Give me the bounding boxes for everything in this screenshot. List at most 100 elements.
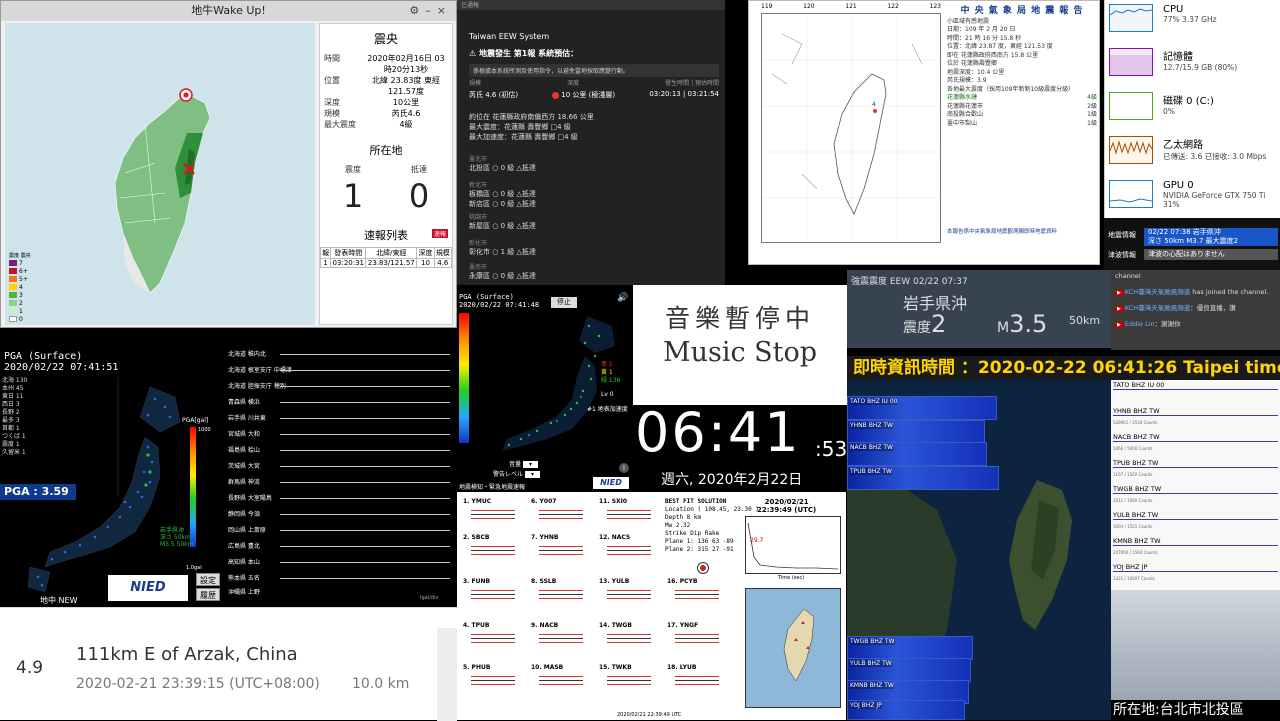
station-label: 宮城県 大和 (228, 431, 260, 438)
legend-item: 1 (9, 307, 45, 315)
max-accel: 最大加速度：花蓮縣 壽豐鄉 □4 級 (469, 133, 578, 141)
chat-message: channel (1115, 272, 1141, 280)
stop-button[interactable]: 停止 (551, 297, 577, 308)
youtube-icon: ▶ (1115, 322, 1123, 328)
info-row: 最大震度 4級 (324, 120, 413, 129)
quake-label: 地震情報 (1108, 231, 1136, 239)
waveform-group: 17. YNGF (667, 622, 755, 646)
intensity-row: 花蓮縣水璉 4級 (947, 94, 1097, 101)
seismogram-list: 北海道 稚内北 北海道 根室支庁 中標津 北海道 胆振支庁 穂別 青森県 横浜 … (220, 347, 457, 607)
info-icon[interactable]: i (619, 463, 629, 473)
report-footer: 本報告係中央氣象局地震觀測網即時地震資料 (947, 229, 1058, 235)
tsunami-label: 津波情報 (1108, 251, 1136, 259)
station-row: TWGB BHZ TW 1011 / 1000 Counts (1111, 484, 1280, 508)
region-item: 新北市 板橋區 ○ 0 級 △抵達 (469, 182, 536, 198)
spectrogram: YHNB BHZ TW (847, 420, 985, 444)
event-place: 111km E of Arzak, China (76, 644, 298, 665)
perf-item-ethernet[interactable]: 乙太網路 已傳送: 3.6 已接收: 3.0 Mbps (1105, 134, 1280, 176)
panel-title: 震央 (373, 32, 398, 46)
report-badge[interactable]: 速報 (431, 229, 448, 238)
variance-graph: 29.7 Time (sec) (745, 516, 841, 581)
window-titlebar: 地牛Wake Up! ⚙–× (1, 1, 456, 21)
report-map: 4 (761, 13, 942, 244)
report-title: 中 央 氣 象 局 地 震 報 告 (960, 6, 1084, 16)
depth-dot-icon (552, 91, 560, 99)
hinet-footer: 地中 NEW (40, 596, 78, 605)
time-value: 03:20:13 | 03:21:54 (649, 90, 719, 98)
arrival-value: 0 (408, 177, 430, 215)
legend-item: 0 (9, 315, 45, 323)
volume-label: 音量 (509, 461, 522, 468)
kyoshin-header: 強震震度 EEW 02/22 07:37 (851, 277, 968, 287)
graph-label: Time (sec) (778, 575, 805, 581)
arrival-label: 抵達 (411, 165, 427, 174)
report-list-title: 速報列表 (364, 229, 408, 242)
intensity-row: 臺中市梨山 1級 (947, 119, 1097, 127)
pga-title: PGA (Surface) (459, 293, 514, 301)
cwb-report: 119 120 121 122 123 4 中 央 氣 象 局 地 震 報 告 小區域有… (748, 0, 1100, 265)
clock-hour-minute: 06:41 (635, 401, 801, 464)
info-row: 位置 北緯 23.83度 東經 121.57度 (324, 76, 440, 96)
chat-message: ▶ KCH臺灣天氣颱風頻道：優良直播，讚 (1115, 304, 1236, 312)
station-label: 静岡県 今須 (228, 511, 260, 518)
station-label: 北海道 稚内北 (228, 351, 266, 358)
scale-label: PGA[gal] (182, 417, 209, 424)
report-text: 中 央 氣 象 局 地 震 報 告 小區域有感地震 日期：109 年 2 月 2… (947, 6, 1097, 235)
usgs-event-item[interactable]: 4.9 111km E of Arzak, China 2020-02-21 2… (0, 607, 457, 721)
region-item: 新店區 ○ 0 級 △抵達 (469, 200, 536, 208)
history-button[interactable]: 履歴 (196, 588, 220, 601)
station-label: 岡山県 上斎原 (228, 527, 266, 534)
quake-info: 地震情報 02/22 07:38 岩手県沖 深さ 50km M3.7 最大震度2… (1104, 218, 1280, 270)
scroll-gutter[interactable] (437, 628, 457, 721)
perf-item-gpu[interactable]: GPU 0 NVIDIA GeForce GTX 750 Ti 31% (1105, 178, 1280, 220)
report-table: 報發表時間 北緯/東經 深度 規模 1 03:20:31 23.83/121.57 10 4.… (319, 247, 453, 268)
station-row: YULB BHZ TW 1004 / 1501 Counts (1111, 510, 1280, 534)
youtube-icon: ▶ (1115, 306, 1123, 312)
region-item: 臺北市 北投區 ○ 0 級 △抵達 (469, 156, 536, 172)
waveform-group: 16. PCYB (667, 578, 755, 602)
station-label: 福島県 桧山 (228, 447, 260, 454)
settings-button[interactable]: 設定 (196, 573, 220, 586)
warning-level-select[interactable]: ▾ (524, 471, 540, 478)
warning-level-label: 警告レベル (493, 471, 524, 478)
pga-datetime: 2020/02/22 07:41:48 (459, 301, 540, 309)
intensity-row: 花蓮縣花蓮市 2級 (947, 102, 1097, 110)
legend-title: 震度 震央 (9, 252, 31, 259)
mag-label: M (997, 320, 1010, 336)
window-controls[interactable]: ⚙–× (409, 1, 452, 21)
mag-value: 3.5 (1009, 310, 1048, 338)
bats-solution-panel: 1. YMUC 2. SBCB 3. FUNB 4. TPUB 5. PHUB … (457, 492, 846, 720)
spectrogram: TWGB BHZ TW (847, 636, 973, 660)
depth-value: 10 公里 (極淺層) (561, 91, 616, 99)
magnitude-value: 芮氏 4.6 (初估) (469, 91, 519, 99)
hinet-footer-scale: Igal/div (420, 595, 439, 601)
perf-item-memory[interactable]: 記憶體 12.7/15.9 GB (80%) (1105, 46, 1280, 88)
station-label: 岩手県 川井東 (228, 415, 266, 422)
region-item: 臺南市 永康區 ○ 0 級 △抵達 (469, 264, 536, 280)
pga-note: #1 地表加速度 (587, 406, 628, 413)
col-depth: 深度 (567, 80, 580, 87)
station-label: 茨城県 大宮 (228, 463, 260, 470)
speaker-icon[interactable]: 🔊 (617, 293, 628, 303)
location-marker (179, 88, 193, 102)
taiwan-station-map (745, 588, 841, 708)
task-manager: CPU 77% 3.37 GHz 記憶體 12.7/15.9 GB (80%) 磁碟… (1104, 0, 1280, 218)
col-magnitude: 規模 (469, 80, 482, 87)
spectrogram: YOJ BHZ JP (847, 700, 965, 720)
station-row: TATO BHZ IU 00 (1111, 380, 1280, 404)
intensity-row: 南投縣合歡山 1級 (947, 111, 1097, 118)
kyoshin-depth: 50km (1069, 314, 1101, 327)
music-stop-en: Music Stop (662, 337, 818, 368)
station-label: 沖縄県 上野 (228, 589, 260, 596)
time-banner: 即時資訊時間 ：2020-02-22 06:41:26 Taipei time (847, 356, 1280, 380)
event-magnitude: 4.9 (16, 658, 44, 678)
taiwan-intensity-map (5, 23, 315, 325)
station-label: 広島県 豊北 (228, 543, 260, 550)
live-chat: channel ▶ KCH臺灣天氣颱風頻道 has joined the chan… (1111, 270, 1280, 350)
table-row[interactable]: 1 03:20:31 23.83/121.57 10 4.6 (319, 258, 453, 268)
volume-select[interactable]: ▾ (522, 461, 538, 468)
perf-item-disk[interactable]: 磁碟 0 (C:) 0% (1105, 90, 1280, 132)
perf-item-cpu[interactable]: CPU 77% 3.37 GHz (1105, 2, 1280, 44)
window-title: 地牛Wake Up! (191, 4, 266, 17)
legend-item: 3 (9, 291, 45, 299)
